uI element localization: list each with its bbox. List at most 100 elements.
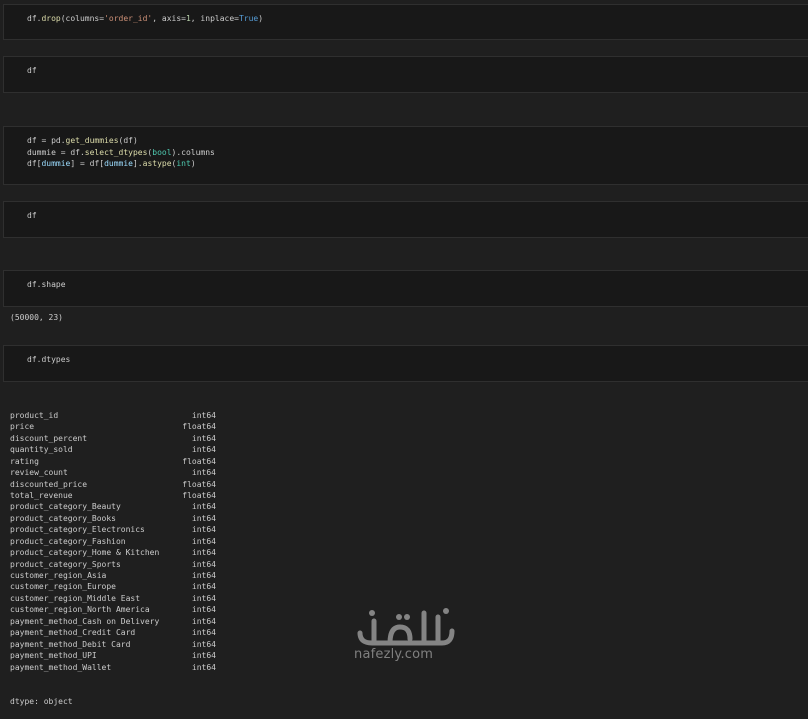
- dtype-row: product_category_Fashion int64: [10, 536, 216, 547]
- dtype-column-name: payment_method_UPI: [10, 651, 97, 661]
- dtype-value: int64: [191, 628, 216, 638]
- dtype-value: int64: [191, 536, 216, 546]
- code-cell-get-dummies[interactable]: df = pd.get_dummies(df) dummie = df.selec…: [3, 126, 808, 185]
- dtype-row: payment_method_Cash on Delivery int64: [10, 616, 216, 627]
- code-token: df: [27, 66, 37, 75]
- dtype-column-name: review_count: [10, 468, 68, 478]
- code-token: dummie: [104, 159, 133, 168]
- dtype-row: product_category_Sports int64: [10, 559, 216, 570]
- code-cell-dtypes[interactable]: df.dtypes: [3, 345, 808, 382]
- code-token: int: [176, 159, 191, 168]
- cell-code: df = pd.get_dummies(df) dummie = df.selec…: [27, 135, 215, 170]
- dtype-value: int64: [191, 582, 216, 592]
- code-token: df.shape: [27, 280, 66, 289]
- dtype-row: product_category_Beauty int64: [10, 501, 216, 512]
- dtype-column-name: price: [10, 422, 35, 432]
- dtype-column-name: discount_percent: [10, 433, 88, 443]
- code-token: (columns=: [60, 14, 105, 23]
- code-token: astype: [142, 159, 172, 168]
- code-line: df.drop(columns='order_id', axis=1, inpl…: [27, 13, 263, 25]
- cell-code: df.dtypes: [27, 354, 70, 366]
- dtype-row: customer_region_Europe int64: [10, 581, 216, 592]
- dtype-value: int64: [191, 571, 216, 581]
- nafezly-logo-icon: [357, 608, 455, 646]
- code-line: df.shape: [27, 279, 66, 291]
- code-line: df: [27, 65, 37, 77]
- dtype-row: total_revenue float64: [10, 490, 216, 501]
- dtype-row: payment_method_UPI int64: [10, 650, 216, 661]
- dtype-row: price float64: [10, 421, 216, 432]
- dtype-column-name: product_category_Electronics: [10, 525, 145, 535]
- watermark-url: nafezly.com: [354, 647, 434, 662]
- code-cell-df[interactable]: df: [3, 56, 808, 93]
- code-token: ).columns: [171, 147, 215, 157]
- dtype-row: payment_method_Debit Card int64: [10, 639, 216, 650]
- dtype-column-name: customer_region_Asia: [10, 571, 107, 581]
- cell-code: df.shape: [27, 279, 66, 291]
- dtype-row: customer_region_Middle East int64: [10, 593, 216, 604]
- dtype-column-name: payment_method_Debit Card: [10, 639, 131, 649]
- dtype-row: rating float64: [10, 456, 216, 467]
- dtype-column-name: product_category_Books: [10, 513, 116, 523]
- nafezly-watermark: nafezly.com: [352, 603, 457, 663]
- code-token: df = pd.: [27, 136, 66, 145]
- code-token: dummie: [41, 159, 71, 168]
- dtype-column-name: payment_method_Cash on Delivery: [10, 616, 160, 626]
- dtype-value: int64: [191, 513, 216, 523]
- dtype-row: payment_method_Wallet int64: [10, 662, 216, 673]
- dtype-column-name: discounted_price: [10, 479, 88, 489]
- dtype-column-name: payment_method_Credit Card: [10, 628, 136, 638]
- code-token: df: [27, 211, 37, 220]
- cell-code: df: [27, 65, 37, 77]
- dtype-row: review_count int64: [10, 467, 216, 478]
- code-token: , inplace=: [190, 14, 239, 23]
- dtype-value: int64: [191, 662, 216, 672]
- code-token: bool: [152, 147, 172, 157]
- code-token: ].: [132, 159, 143, 168]
- code-token: , axis=: [152, 14, 186, 23]
- code-token: df.: [27, 14, 42, 23]
- code-cell-shape[interactable]: df.shape: [3, 270, 808, 307]
- code-token: dummie = df.: [27, 147, 85, 157]
- dtype-footer: dtype: object: [10, 696, 73, 706]
- dtype-row: customer_region_Asia int64: [10, 570, 216, 581]
- code-cell-df-2[interactable]: df: [3, 201, 808, 238]
- dtype-row: discounted_price float64: [10, 479, 216, 490]
- dtype-row: quantity_sold int64: [10, 444, 216, 455]
- cell-code: df.drop(columns='order_id', axis=1, inpl…: [27, 13, 263, 25]
- code-token: get_dummies: [65, 136, 119, 145]
- dtype-value: int64: [191, 468, 216, 478]
- dtype-value: int64: [191, 559, 216, 569]
- code-token: drop: [41, 14, 61, 23]
- dtypes-output: product_id int64 price float64 discount_perc…: [10, 387, 216, 719]
- shape-output: (50000, 23): [10, 313, 63, 322]
- dtype-value: float64: [182, 479, 216, 489]
- dtype-column-name: product_category_Fashion: [10, 536, 126, 546]
- code-token: True: [238, 14, 259, 23]
- dtype-column-name: product_category_Beauty: [10, 502, 121, 512]
- dtype-column-name: payment_method_Wallet: [10, 662, 112, 672]
- code-line: df = pd.get_dummies(df): [27, 135, 215, 147]
- dtype-value: float64: [182, 456, 216, 466]
- code-token: 'order_id': [104, 14, 153, 23]
- dtype-column-name: customer_region_North America: [10, 605, 150, 615]
- dtype-row: product_category_Books int64: [10, 513, 216, 524]
- code-token: ): [190, 159, 196, 168]
- dtype-row: customer_region_North America int64: [10, 604, 216, 615]
- dtype-row: product_category_Electronics int64: [10, 524, 216, 535]
- dtype-value: int64: [191, 605, 216, 615]
- dtype-value: int64: [191, 651, 216, 661]
- dtype-value: float64: [182, 490, 216, 500]
- code-line: df.dtypes: [27, 354, 70, 366]
- dtype-value: float64: [182, 422, 216, 432]
- dtype-value: int64: [191, 525, 216, 535]
- code-cell-drop[interactable]: df.drop(columns='order_id', axis=1, inpl…: [3, 4, 808, 40]
- dtype-value: int64: [191, 548, 216, 558]
- dtype-value: int64: [191, 593, 216, 603]
- dtype-value: int64: [191, 445, 216, 455]
- dtype-row: discount_percent int64: [10, 433, 216, 444]
- dtype-value: int64: [191, 639, 216, 649]
- dtype-row: payment_method_Credit Card int64: [10, 627, 216, 638]
- dtype-value: int64: [191, 410, 216, 420]
- code-token: df.dtypes: [27, 355, 71, 364]
